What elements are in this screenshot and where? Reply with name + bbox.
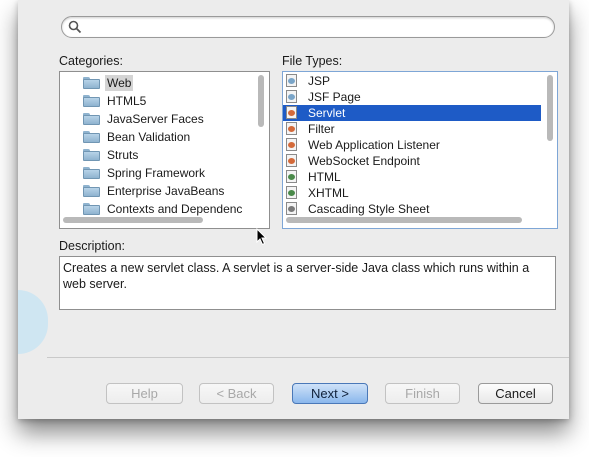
file-type-label: Filter [308, 122, 335, 136]
list-item[interactable]: Web Application Listener [283, 137, 545, 153]
css-file-icon [286, 202, 297, 215]
categories-label: Categories: [59, 54, 123, 68]
folder-icon [83, 185, 100, 197]
decorative-background-shape [18, 290, 48, 354]
categories-horizontal-scrollbar[interactable] [63, 217, 203, 223]
jsp-file-icon [286, 74, 297, 87]
file-type-label: XHTML [308, 186, 349, 200]
file-type-label: JSF Page [308, 90, 361, 104]
search-input[interactable] [84, 18, 548, 36]
category-label: Spring Framework [107, 166, 206, 180]
servlet-file-icon [286, 106, 297, 119]
file-types-list[interactable]: JSP JSF Page Servlet Filter Web Applicat… [282, 71, 558, 229]
folder-icon [83, 167, 100, 179]
help-button[interactable]: Help [106, 383, 183, 404]
search-field[interactable] [61, 16, 555, 38]
websocket-file-icon [286, 154, 297, 167]
file-types-vertical-scrollbar[interactable] [547, 75, 553, 141]
jsf-file-icon [286, 90, 297, 103]
list-item[interactable]: JSP [283, 73, 545, 89]
list-item[interactable]: Cascading Style Sheet [283, 201, 545, 217]
folder-icon [83, 203, 100, 215]
mouse-pointer-icon [256, 228, 268, 246]
list-item[interactable]: WebSocket Endpoint [283, 153, 545, 169]
folder-icon [83, 113, 100, 125]
back-button[interactable]: < Back [199, 383, 274, 404]
category-label: HTML5 [107, 94, 147, 108]
file-type-label: WebSocket Endpoint [308, 154, 420, 168]
file-type-label: Web Application Listener [308, 138, 440, 152]
category-label: Bean Validation [107, 130, 191, 144]
new-file-dialog: Categories: File Types: Web HTML5 JavaSe… [18, 0, 569, 419]
list-item[interactable]: JSF Page [283, 89, 545, 105]
file-type-label: Servlet [308, 106, 346, 120]
folder-icon [83, 95, 100, 107]
folder-icon [83, 149, 100, 161]
list-item[interactable]: Spring Framework [60, 165, 250, 181]
search-icon [68, 20, 82, 34]
cancel-button[interactable]: Cancel [478, 383, 553, 404]
list-item[interactable]: Bean Validation [60, 129, 250, 145]
list-item[interactable]: HTML [283, 169, 545, 185]
categories-vertical-scrollbar[interactable] [258, 75, 264, 127]
file-types-horizontal-scrollbar[interactable] [286, 217, 522, 223]
xhtml-file-icon [286, 186, 297, 199]
next-button[interactable]: Next > [292, 383, 368, 404]
folder-icon [83, 131, 100, 143]
category-label: JavaServer Faces [107, 112, 204, 126]
list-item[interactable]: JavaServer Faces [60, 111, 250, 127]
file-type-label: Cascading Style Sheet [308, 202, 430, 216]
category-label: Struts [107, 148, 139, 162]
category-label: Web [105, 75, 134, 91]
file-type-label: JSP [308, 74, 331, 88]
finish-button[interactable]: Finish [385, 383, 460, 404]
html-file-icon [286, 170, 297, 183]
file-type-label: HTML [308, 170, 341, 184]
description-label: Description: [59, 239, 125, 253]
category-label: Contexts and Dependenc [107, 202, 243, 216]
list-item[interactable]: Struts [60, 147, 250, 163]
list-item[interactable]: XHTML [283, 185, 545, 201]
list-item[interactable]: HTML5 [60, 93, 250, 109]
list-item[interactable]: Contexts and Dependenc [60, 201, 254, 217]
list-item[interactable]: Enterprise JavaBeans [60, 183, 250, 199]
filter-file-icon [286, 122, 297, 135]
divider [47, 357, 569, 358]
description-text: Creates a new servlet class. A servlet i… [59, 256, 556, 310]
file-types-label: File Types: [282, 54, 343, 68]
categories-list[interactable]: Web HTML5 JavaServer Faces Bean Validati… [59, 71, 270, 229]
list-item[interactable]: Filter [283, 121, 545, 137]
list-item-selected[interactable]: Servlet [283, 105, 541, 121]
list-item[interactable]: Web [60, 75, 250, 91]
listener-file-icon [286, 138, 297, 151]
category-label: Enterprise JavaBeans [107, 184, 225, 198]
folder-icon [83, 77, 100, 89]
